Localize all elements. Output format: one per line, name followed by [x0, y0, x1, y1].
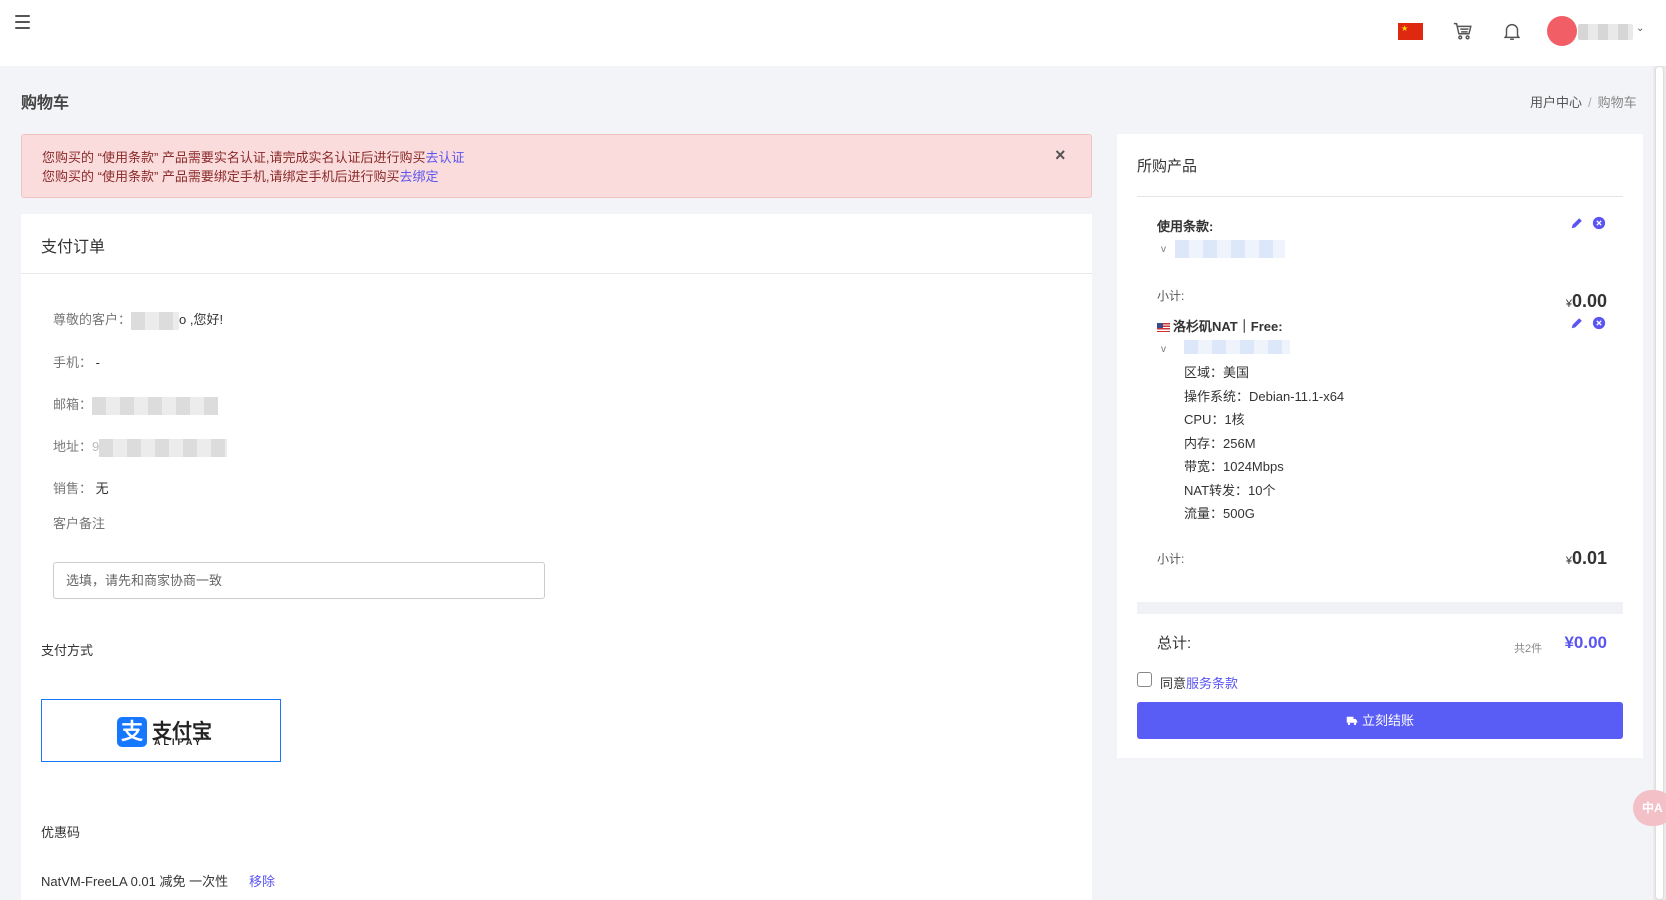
divider [1137, 602, 1623, 614]
chevron-down-icon[interactable]: ⌄ [1636, 23, 1644, 34]
email-redacted [92, 396, 219, 415]
cart-icon[interactable] [1452, 20, 1474, 42]
address-row: 地址：9 [53, 436, 228, 457]
translate-icon[interactable]: 中A [1633, 790, 1666, 826]
bell-icon[interactable] [1501, 20, 1523, 42]
spec-bandwidth: 带宽：1024Mbps [1184, 459, 1284, 474]
product-detail-redacted [1175, 240, 1285, 258]
total-count: 共2件 [1514, 643, 1543, 655]
breadcrumb: 用户中心 / 购物车 [1530, 92, 1637, 111]
greeting-suffix: o ,您好! [179, 312, 224, 327]
subtotal-label: 小计: [1157, 552, 1185, 566]
edit-icon[interactable] [1570, 216, 1584, 230]
alert-text: 您购买的 “使用条款” 产品需要实名认证,请完成实名认证后进行购买 [42, 150, 426, 165]
subtotal-label: 小计: [1157, 289, 1185, 303]
phone-row: 手机： - [53, 352, 100, 371]
phone-value: - [95, 355, 100, 370]
card-header: 支付订单 [21, 214, 1092, 274]
alert-line-phone: 您购买的 “使用条款” 产品需要绑定手机,请绑定手机后进行购买去绑定 [42, 166, 439, 185]
spec-traffic: 流量：500G [1184, 506, 1255, 521]
payment-method-label: 支付方式 [41, 643, 94, 658]
top-bar: ⌄ [0, 0, 1666, 66]
coupon-value: NatVM-FreeLA 0.01 减免 一次性 [41, 874, 229, 889]
subtotal-value: ¥0.00 [1565, 291, 1607, 311]
sales-value: 无 [95, 481, 109, 496]
sales-row: 销售： 无 [53, 478, 109, 497]
service-terms-link[interactable]: 服务条款 [1186, 676, 1238, 691]
card-title: 支付订单 [41, 239, 106, 256]
phone-label: 手机： [53, 355, 93, 370]
us-flag-icon [1157, 323, 1170, 332]
bind-phone-link[interactable]: 去绑定 [400, 169, 439, 184]
chevron-down-icon[interactable]: v [1161, 344, 1166, 355]
subtotal-value: ¥0.01 [1565, 548, 1607, 568]
email-label: 邮箱： [53, 397, 93, 412]
agree-terms-label: 同意服务条款 [1160, 673, 1238, 692]
greeting-row: 尊敬的客户： o ,您好! [53, 309, 223, 330]
product-name: 使用条款: [1157, 219, 1214, 234]
agree-terms-checkbox[interactable] [1137, 672, 1152, 687]
cart-summary-card: 所购产品 使用条款: v 小计: ¥0.00 洛杉矶NAT｜Free: v 区域… [1117, 134, 1643, 758]
divider [1137, 196, 1623, 197]
scrollbar-thumb[interactable] [1655, 66, 1664, 900]
product-name: 洛杉矶NAT｜Free: [1157, 316, 1283, 335]
breadcrumb-separator: / [1588, 95, 1592, 110]
china-flag-icon[interactable] [1398, 23, 1423, 40]
alipay-name-en: ALIPAY [154, 737, 204, 747]
spec-region: 区域：美国 [1184, 365, 1250, 380]
truck-icon [1346, 716, 1358, 726]
page-title: 购物车 [21, 95, 70, 112]
close-icon[interactable]: × [1055, 145, 1066, 166]
email-row: 邮箱： [53, 394, 219, 415]
sales-label: 销售： [53, 481, 93, 496]
cart-title: 所购产品 [1137, 158, 1198, 175]
breadcrumb-home[interactable]: 用户中心 [1530, 95, 1582, 110]
coupon-remove-link[interactable]: 移除 [249, 871, 275, 890]
remark-input[interactable] [53, 562, 545, 599]
remove-icon[interactable] [1592, 216, 1606, 230]
alert-line-verify: 您购买的 “使用条款” 产品需要实名认证,请完成实名认证后进行购买去认证 [42, 147, 465, 166]
greeting-label: 尊敬的客户： [53, 312, 132, 327]
total-label: 总计: [1157, 635, 1192, 652]
spec-os: 操作系统：Debian-11.1-x64 [1184, 389, 1345, 404]
alert-text: 您购买的 “使用条款” 产品需要绑定手机,请绑定手机后进行购买 [42, 169, 400, 184]
spec-memory: 内存：256M [1184, 436, 1256, 451]
menu-icon[interactable] [15, 15, 30, 29]
coupon-label: 优惠码 [41, 825, 81, 840]
breadcrumb-current: 购物车 [1597, 95, 1637, 110]
checkout-button[interactable]: 立刻结账 [1137, 702, 1623, 739]
verification-alert: 您购买的 “使用条款” 产品需要实名认证,请完成实名认证后进行购买去认证 您购买… [21, 134, 1092, 198]
customer-name-redacted [131, 311, 180, 330]
remove-icon[interactable] [1592, 316, 1606, 330]
payment-order-card: 支付订单 尊敬的客户： o ,您好! 手机： - 邮箱： 地址：9 销售： 无 客… [21, 214, 1092, 900]
scrollbar[interactable] [1653, 66, 1666, 900]
verify-link[interactable]: 去认证 [426, 150, 465, 165]
username-redacted[interactable] [1578, 24, 1633, 40]
remark-label: 客户备注 [53, 516, 106, 531]
product-name-text: 洛杉矶NAT｜Free: [1173, 319, 1283, 334]
alipay-option[interactable]: 支 支付宝 ALIPAY [41, 699, 281, 762]
edit-icon[interactable] [1570, 316, 1584, 330]
total-value: ¥0.00 [1564, 633, 1607, 652]
chevron-down-icon[interactable]: v [1161, 244, 1166, 255]
address-label: 地址： [53, 439, 93, 454]
product-detail-redacted [1184, 340, 1290, 354]
spec-nat: NAT转发：10个 [1184, 483, 1276, 498]
agree-prefix: 同意 [1160, 676, 1187, 691]
address-prefix: 9 [92, 439, 100, 454]
address-redacted [99, 438, 228, 457]
checkout-label: 立刻结账 [1361, 713, 1414, 728]
alipay-logo-icon: 支 [117, 717, 147, 747]
spec-cpu: CPU：1核 [1184, 412, 1245, 427]
avatar[interactable] [1547, 16, 1577, 46]
